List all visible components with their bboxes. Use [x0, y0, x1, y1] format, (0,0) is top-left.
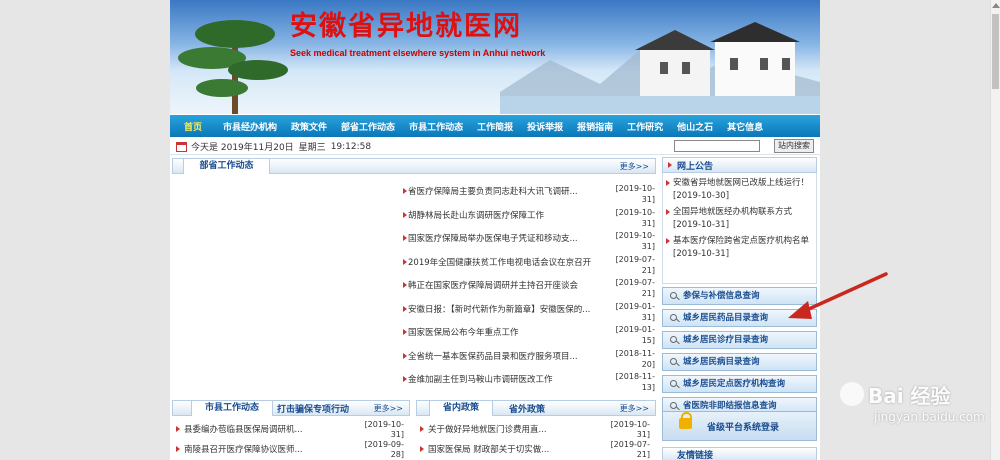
nav-item-research[interactable]: 工作研究: [620, 120, 670, 133]
list-item[interactable]: 韩正在国家医疗保障局调研并主持召开座谈会 [2019-07-21]: [403, 277, 655, 301]
calendar-icon: [176, 141, 187, 152]
notice-header: 网上公告: [662, 157, 817, 173]
paw-logo-icon: [840, 382, 864, 406]
tab-external-policy[interactable]: 省外政策: [509, 402, 545, 415]
site-banner: 安徽省异地就医网 Seek medical treatment elsewher…: [170, 0, 820, 114]
search-icon: [670, 402, 677, 409]
nav-item-reimbursement-guide[interactable]: 报销指南: [570, 120, 620, 133]
list-item[interactable]: 关于做好异地就医门诊费用直... [2019-10-31]: [416, 420, 654, 440]
list-item[interactable]: 南陵县召开医疗保障协议医师... [2019-09-28]: [172, 440, 408, 460]
nav-item-county-news[interactable]: 市县工作动态: [402, 120, 470, 133]
current-time: 19:12:58: [330, 141, 372, 152]
list-item[interactable]: 胡静林局长赴山东调研医疗保障工作 [2019-10-31]: [403, 207, 655, 231]
links-header: 友情链接: [662, 447, 817, 460]
right-sidebar: 网上公告 安徽省异地就医网已改版上线运行！ [2019-10-30] 全国异地就…: [662, 157, 817, 460]
tab-anti-fraud[interactable]: 打击骗保专项行动: [277, 402, 349, 415]
nav-item-other-experience[interactable]: 他山之石: [670, 120, 720, 133]
search-icon: [670, 292, 677, 299]
scrollbar-thumb[interactable]: [992, 14, 999, 89]
bullet-icon: [176, 426, 180, 432]
search-icon: [670, 314, 677, 321]
site-title: 安徽省异地就医网: [290, 11, 522, 42]
bullet-icon: [420, 426, 424, 432]
list-item[interactable]: 安徽日报：【新时代新作为新篇章】安徽医保的... [2019-01-31]: [403, 301, 655, 325]
current-date: 今天是 2019年11月20日: [191, 143, 294, 153]
bullet-icon: [668, 162, 672, 168]
tab-ministry-news[interactable]: 部省工作动态: [183, 158, 270, 174]
insurance-info-query-button[interactable]: 参保与补偿信息查询: [662, 287, 817, 305]
search-icon: [670, 358, 677, 365]
search-icon: [670, 336, 677, 343]
nav-item-complaints[interactable]: 投诉举报: [520, 120, 570, 133]
current-weekday: 星期三: [298, 143, 326, 153]
list-item[interactable]: 全省统一基本医保药品目录和医疗服务项目... [2018-11-20]: [403, 348, 655, 372]
bullet-icon: [666, 209, 670, 215]
bullet-icon: [403, 376, 407, 382]
scroll-up-icon[interactable]: [992, 3, 1000, 8]
bullet-icon: [403, 282, 407, 288]
disease-catalog-query-button[interactable]: 城乡居民病目录查询: [662, 353, 817, 371]
tab-provincial-policy[interactable]: 省内政策: [429, 400, 493, 416]
ministry-more-link[interactable]: 更多>>: [620, 161, 649, 172]
bullet-icon: [403, 188, 407, 194]
list-item[interactable]: 国家医保局公布今年重点工作 [2019-01-15]: [403, 324, 655, 348]
nav-item-briefings[interactable]: 工作简报: [470, 120, 520, 133]
main-nav: 首页 市县经办机构 政策文件 部省工作动态 市县工作动态 工作简报 投诉举报 报…: [170, 115, 820, 137]
treatment-catalog-query-button[interactable]: 城乡居民诊疗目录查询: [662, 331, 817, 349]
bullet-icon: [176, 446, 180, 452]
ministry-panel-header: 部省工作动态 更多>>: [172, 158, 656, 174]
policy-more-link[interactable]: 更多>>: [620, 403, 649, 414]
notice-title: 网上公告: [677, 162, 714, 172]
list-item[interactable]: 基本医疗保险跨省定点医疗机构名单 [2019-10-31]: [663, 235, 816, 260]
designated-hospital-query-button[interactable]: 城乡居民定点医疗机构查询: [662, 375, 817, 393]
drug-catalog-query-button[interactable]: 城乡居民药品目录查询: [662, 309, 817, 327]
page-scrollbar[interactable]: [990, 0, 1000, 460]
bullet-icon: [420, 446, 424, 452]
bullet-icon: [666, 180, 670, 186]
bullet-icon: [403, 258, 407, 265]
list-item[interactable]: 金维加副主任到马鞍山市调研医改工作 [2018-11-13]: [403, 371, 655, 395]
list-item[interactable]: 省医疗保障局主要负责同志赴科大讯飞调研... [2019-10-31]: [403, 183, 655, 207]
list-item[interactable]: 县委编办苞临县医保局调研机... [2019-10-31]: [172, 420, 408, 440]
policy-list: 关于做好异地就医门诊费用直... [2019-10-31] 国家医保局 财政部关于…: [416, 420, 654, 460]
nav-item-other-info[interactable]: 其它信息: [720, 120, 770, 133]
list-item[interactable]: 国家医保局 财政部关于切实做... [2019-07-21]: [416, 440, 654, 460]
site-search-input[interactable]: [674, 140, 760, 152]
list-item[interactable]: 全国异地就医经办机构联系方式 [2019-10-31]: [663, 206, 816, 231]
page-container: 安徽省异地就医网 Seek medical treatment elsewher…: [170, 0, 820, 460]
lock-icon: [679, 412, 692, 429]
info-bar: 今天是 2019年11月20日 星期三 19:12:58 站内搜索: [170, 139, 820, 155]
list-item[interactable]: 2019年全国健康扶贫工作电视电话会议在京召开 [2019-07-21]: [403, 254, 655, 278]
site-search-button[interactable]: 站内搜索: [774, 139, 814, 153]
nav-item-home[interactable]: 首页: [170, 120, 216, 133]
county-news-list: 县委编办苞临县医保局调研机... [2019-10-31] 南陵县召开医疗保障协议…: [172, 420, 408, 460]
tab-county-news[interactable]: 市县工作动态: [191, 400, 273, 416]
list-item[interactable]: 国家医疗保障局举办医保电子凭证和移动支... [2019-10-31]: [403, 230, 655, 254]
search-icon: [670, 380, 677, 387]
county-more-link[interactable]: 更多>>: [374, 403, 403, 414]
county-panel-header: 市县工作动态 打击骗保专项行动 更多>>: [172, 400, 410, 416]
service-buttons: 参保与补偿信息查询 城乡居民药品目录查询 城乡居民诊疗目录查询 城乡居民病目录查…: [662, 287, 817, 419]
nav-item-ministry-news[interactable]: 部省工作动态: [334, 120, 402, 133]
ministry-news-list: 省医疗保障局主要负责同志赴科大讯飞调研... [2019-10-31] 胡静林局长…: [403, 183, 655, 395]
nav-item-agencies[interactable]: 市县经办机构: [216, 120, 284, 133]
policy-panel-header: 省内政策 省外政策 更多>>: [416, 400, 656, 416]
bullet-icon: [666, 238, 670, 244]
bullet-icon: [403, 305, 407, 312]
bullet-icon: [403, 352, 407, 359]
site-subtitle: Seek medical treatment elsewhere system …: [290, 48, 546, 58]
baidu-watermark: Bai 经验 jingyan.baidu.com: [840, 380, 1000, 440]
bullet-icon: [403, 235, 407, 241]
bullet-icon: [403, 329, 407, 335]
nav-item-policy-files[interactable]: 政策文件: [284, 120, 334, 133]
platform-login-button[interactable]: 省级平台系统登录: [662, 411, 817, 441]
list-item[interactable]: 安徽省异地就医网已改版上线运行！ [2019-10-30]: [663, 177, 816, 202]
notice-list: 安徽省异地就医网已改版上线运行！ [2019-10-30] 全国异地就医经办机构…: [662, 173, 817, 284]
bullet-icon: [403, 211, 407, 218]
